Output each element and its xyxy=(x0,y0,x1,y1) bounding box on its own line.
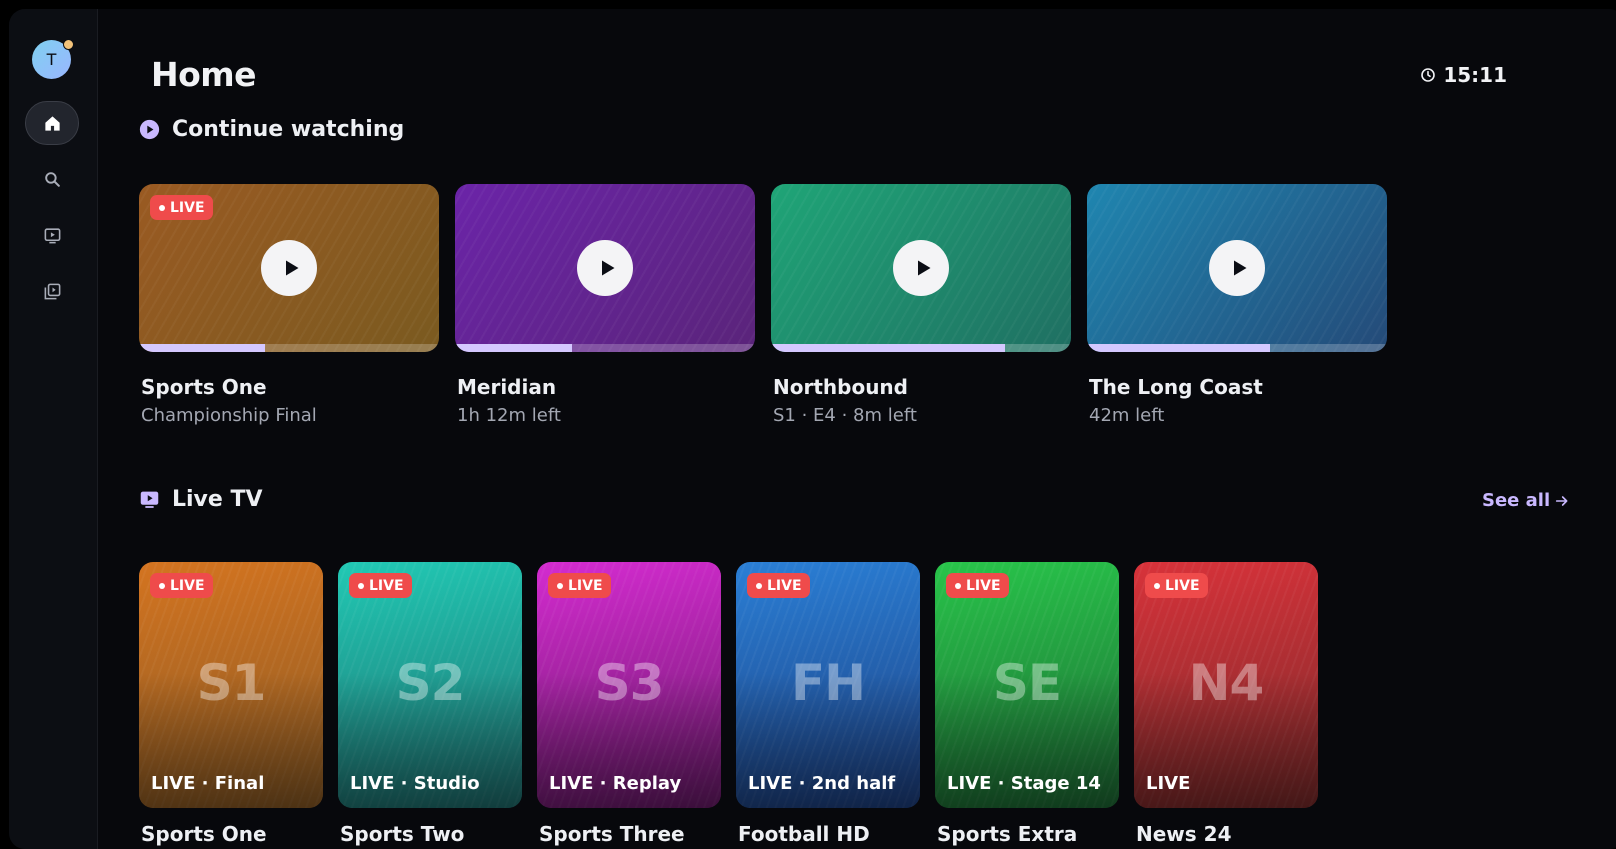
channel-name[interactable]: Football HD xyxy=(738,822,870,846)
see-all-label: See all xyxy=(1482,490,1551,511)
live-badge: LIVE xyxy=(150,573,213,598)
sidebar-item-live-tv[interactable] xyxy=(25,213,79,257)
app-window: T Home 15:11 Continue watching LIVE Spor… xyxy=(9,9,1616,849)
live-dot-icon xyxy=(756,582,762,589)
section-title: Live TV xyxy=(172,487,263,512)
live-badge-label: LIVE xyxy=(767,577,802,594)
channel-name[interactable]: News 24 xyxy=(1136,822,1231,846)
live-dot-icon xyxy=(557,582,563,589)
card-subtitle: 1h 12m left xyxy=(457,405,561,426)
live-badge: LIVE xyxy=(946,573,1009,598)
see-all-link[interactable]: See all xyxy=(1482,490,1570,511)
live-dot-icon xyxy=(358,582,364,589)
play-icon xyxy=(917,260,930,276)
channel-monogram: SE xyxy=(992,654,1062,712)
live-tv-card[interactable]: LIVE S2 LIVE · Studio xyxy=(338,562,522,808)
sidebar: T xyxy=(9,9,98,849)
live-badge: LIVE xyxy=(1145,573,1208,598)
card-subtitle: S1 · E4 · 8m left xyxy=(773,405,917,426)
channel-status: LIVE · Studio xyxy=(350,773,480,794)
clock: 15:11 xyxy=(1420,63,1507,87)
live-badge-label: LIVE xyxy=(1165,577,1200,594)
tv-icon xyxy=(44,227,60,243)
section-continue-watching-heading: Continue watching xyxy=(139,117,404,142)
clock-icon xyxy=(1421,68,1436,82)
channel-monogram: S2 xyxy=(395,654,466,712)
progress-bar xyxy=(771,344,1071,352)
live-dot-icon xyxy=(955,582,961,589)
clock-time: 15:11 xyxy=(1443,63,1507,87)
live-tv-card[interactable]: LIVE S3 LIVE · Replay xyxy=(537,562,721,808)
sidebar-item-home[interactable] xyxy=(25,101,79,145)
live-tv-card[interactable]: LIVE SE LIVE · Stage 14 xyxy=(935,562,1119,808)
arrow-right-icon xyxy=(1556,495,1568,506)
channel-status: LIVE · Stage 14 xyxy=(947,773,1101,794)
continue-watching-card[interactable]: LIVE xyxy=(139,184,439,352)
continue-watching-card[interactable] xyxy=(1087,184,1387,352)
search-icon xyxy=(44,171,60,187)
card-subtitle: Championship Final xyxy=(141,405,317,426)
progress-bar xyxy=(139,344,439,352)
progress-fill xyxy=(455,344,572,352)
live-badge: LIVE xyxy=(747,573,810,598)
live-dot-icon xyxy=(159,204,165,211)
progress-fill xyxy=(139,344,265,352)
tv-icon xyxy=(140,491,159,508)
sidebar-item-library[interactable] xyxy=(25,269,79,313)
live-badge: LIVE xyxy=(548,573,611,598)
live-tv-card[interactable]: LIVE N4 LIVE xyxy=(1134,562,1318,808)
card-title[interactable]: Meridian xyxy=(457,375,556,399)
live-tv-card[interactable]: LIVE S1 LIVE · Final xyxy=(139,562,323,808)
notification-dot xyxy=(63,39,74,50)
live-badge: LIVE xyxy=(349,573,412,598)
live-badge-label: LIVE xyxy=(966,577,1001,594)
section-title: Continue watching xyxy=(172,117,405,142)
live-badge: LIVE xyxy=(150,195,213,220)
card-subtitle: 42m left xyxy=(1089,405,1165,426)
live-tv-card[interactable]: LIVE FH LIVE · 2nd half xyxy=(736,562,920,808)
card-title[interactable]: Northbound xyxy=(773,375,908,399)
card-title[interactable]: Sports One xyxy=(141,375,267,399)
channel-name[interactable]: Sports Three xyxy=(539,822,685,846)
page-title: Home xyxy=(151,55,257,94)
channel-status: LIVE · 2nd half xyxy=(748,773,896,794)
live-dot-icon xyxy=(1154,582,1160,589)
library-icon xyxy=(44,283,60,299)
channel-status: LIVE xyxy=(1146,773,1191,794)
play-icon xyxy=(1233,260,1246,276)
progress-fill xyxy=(771,344,1005,352)
play-button[interactable] xyxy=(577,240,633,296)
channel-status: LIVE · Final xyxy=(151,773,265,794)
live-badge-label: LIVE xyxy=(170,577,205,594)
sidebar-item-search[interactable] xyxy=(25,157,79,201)
live-dot-icon xyxy=(159,582,165,589)
continue-watching-card[interactable] xyxy=(771,184,1071,352)
progress-bar xyxy=(1087,344,1387,352)
live-badge-label: LIVE xyxy=(170,199,205,216)
live-badge-label: LIVE xyxy=(568,577,603,594)
avatar-initial: T xyxy=(46,50,57,69)
channel-status: LIVE · Replay xyxy=(549,773,682,794)
channel-monogram: FH xyxy=(790,654,866,712)
section-live-tv-heading: Live TV xyxy=(139,487,263,512)
play-icon xyxy=(285,260,298,276)
continue-watching-card[interactable] xyxy=(455,184,755,352)
progress-fill xyxy=(1087,344,1270,352)
channel-monogram: S1 xyxy=(196,654,267,712)
card-title[interactable]: The Long Coast xyxy=(1089,375,1263,399)
progress-bar xyxy=(455,344,755,352)
channel-monogram: S3 xyxy=(594,654,665,712)
play-button[interactable] xyxy=(1209,240,1265,296)
play-button[interactable] xyxy=(893,240,949,296)
play-circle-icon xyxy=(139,119,160,140)
channel-name[interactable]: Sports Extra xyxy=(937,822,1077,846)
channel-monogram: N4 xyxy=(1188,654,1265,712)
live-badge-label: LIVE xyxy=(369,577,404,594)
channel-name[interactable]: Sports Two xyxy=(340,822,464,846)
play-icon xyxy=(601,260,614,276)
home-icon xyxy=(44,115,60,131)
play-button[interactable] xyxy=(261,240,317,296)
channel-name[interactable]: Sports One xyxy=(141,822,267,846)
